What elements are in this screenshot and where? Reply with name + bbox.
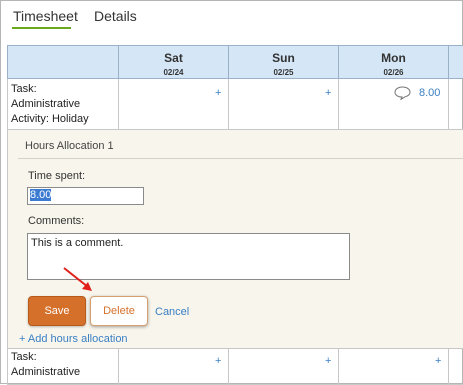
day-name: Mon xyxy=(381,51,406,65)
day-header-row: Sat 02/24 Sun 02/25 Mon 02/26 xyxy=(7,45,463,79)
tab-timesheet[interactable]: Timesheet xyxy=(13,8,78,24)
day-header-sat: Sat 02/24 xyxy=(118,46,228,78)
tab-details[interactable]: Details xyxy=(94,8,137,24)
column-divider xyxy=(338,349,339,384)
day-name: Sun xyxy=(272,51,295,65)
hours-allocation-panel: Hours Allocation 1 Time spent: 8.00 Comm… xyxy=(7,130,463,348)
column-divider xyxy=(338,79,339,129)
app-frame: Timesheet Details Sat 02/24 Sun 02/25 Mo… xyxy=(0,0,463,385)
activity-name: Activity: Holiday xyxy=(11,113,89,125)
time-spent-label: Time spent: xyxy=(28,170,86,182)
task-name: Administrative xyxy=(11,366,81,378)
column-divider xyxy=(118,79,119,129)
day-date: 02/25 xyxy=(273,68,294,77)
mon-hours-value[interactable]: 8.00 xyxy=(419,87,440,99)
day-name: Sat xyxy=(164,51,183,65)
table-row: Task: Administrative Activity: Holiday +… xyxy=(7,79,463,130)
day-header-sun: Sun 02/25 xyxy=(228,46,338,78)
comments-label: Comments: xyxy=(28,215,85,227)
comment-bubble-icon[interactable] xyxy=(394,86,411,101)
day-header-next xyxy=(448,46,463,78)
add-hours-allocation-link[interactable]: + Add hours allocation xyxy=(19,333,128,345)
day-date: 02/24 xyxy=(163,68,184,77)
task-name: Administrative xyxy=(11,98,81,110)
add-hours-sun-button[interactable]: + xyxy=(325,87,331,99)
add-hours-sat-button[interactable]: + xyxy=(215,355,221,367)
column-divider xyxy=(448,79,449,129)
add-hours-sun-button[interactable]: + xyxy=(325,355,331,367)
save-button[interactable]: Save xyxy=(28,296,86,326)
time-spent-value: 8.00 xyxy=(30,189,52,201)
table-row: Task: Administrative + + + xyxy=(7,348,463,385)
column-divider xyxy=(448,349,449,384)
column-divider xyxy=(228,349,229,384)
day-date: 02/26 xyxy=(383,68,404,77)
active-tab-indicator xyxy=(12,27,71,29)
task-label: Task: Administrative xyxy=(11,350,80,380)
task-prefix: Task: xyxy=(11,83,37,95)
add-hours-sat-button[interactable]: + xyxy=(215,87,221,99)
column-divider xyxy=(118,349,119,384)
time-spent-input[interactable]: 8.00 xyxy=(27,187,144,205)
task-prefix: Task: xyxy=(11,351,37,363)
red-arrow-pointer-icon xyxy=(63,267,92,291)
cancel-link[interactable]: Cancel xyxy=(155,306,189,318)
column-divider xyxy=(228,79,229,129)
day-header-mon: Mon 02/26 xyxy=(338,46,448,78)
tab-bar: Timesheet Details xyxy=(1,1,463,41)
task-label: Task: Administrative Activity: Holiday xyxy=(11,82,89,127)
allocation-title: Hours Allocation 1 xyxy=(25,140,114,152)
delete-button[interactable]: Delete xyxy=(90,296,148,326)
divider xyxy=(18,158,463,159)
add-hours-mon-button[interactable]: + xyxy=(435,355,441,367)
